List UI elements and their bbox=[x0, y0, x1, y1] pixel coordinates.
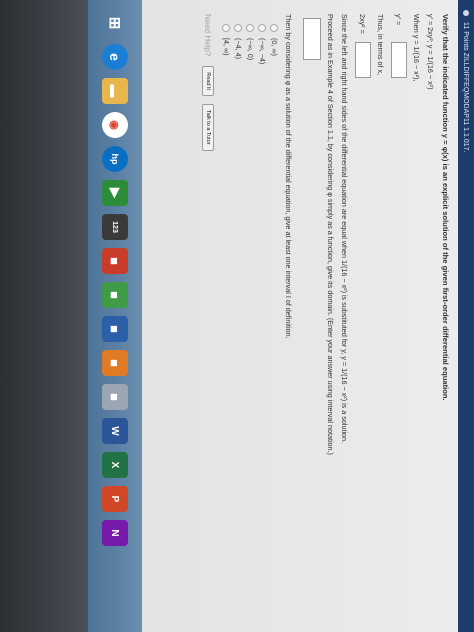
equation: y' = 2xy²; y = 1/(16 − x²) bbox=[426, 14, 435, 90]
taskbar: ⊞ e ▬ ◉ hp ▶ 123 ■ ■ ■ ■ ■ W X P N bbox=[88, 0, 142, 632]
screen: 11 Points ZILLDIFFEQMODAP11 1.1.017. Ver… bbox=[88, 0, 474, 632]
radio-button[interactable] bbox=[270, 24, 279, 32]
app-icon[interactable]: ■ bbox=[102, 384, 128, 410]
powerpoint-icon[interactable]: P bbox=[102, 486, 128, 512]
twoxy-answer-input[interactable] bbox=[355, 42, 371, 78]
talk-to-tutor-button[interactable]: Talk to a Tutor bbox=[202, 103, 214, 151]
twoxy-label: 2xy² = bbox=[358, 14, 368, 34]
domain-answer-input[interactable] bbox=[303, 18, 321, 60]
since-text: Since the left and right hand sides of t… bbox=[340, 14, 349, 444]
interval-option[interactable]: [4, ∞) bbox=[222, 24, 231, 618]
radio-icon bbox=[463, 10, 469, 16]
assignment-title: 11 Points ZILLDIFFEQMODAP11 1.1.017. bbox=[462, 22, 470, 153]
then-text: Then by considering φ as a solution of t… bbox=[284, 14, 293, 339]
option-label: [4, ∞) bbox=[222, 38, 231, 56]
question-title: Verify that the indicated function y = φ… bbox=[441, 14, 450, 401]
interval-option[interactable]: (−∞, 0) bbox=[246, 24, 255, 618]
internet-explorer-icon[interactable]: e bbox=[102, 44, 128, 70]
interval-option[interactable]: (0, ∞) bbox=[270, 24, 279, 618]
yprime-answer-input[interactable] bbox=[391, 42, 407, 78]
question-panel: Verify that the indicated function y = φ… bbox=[142, 0, 458, 632]
app-icon[interactable]: ■ bbox=[102, 282, 128, 308]
help-bar: Need Help? Read It Talk to a Tutor bbox=[202, 14, 214, 618]
hp-icon[interactable]: hp bbox=[102, 146, 128, 172]
assignment-header: 11 Points ZILLDIFFEQMODAP11 1.1.017. bbox=[458, 0, 474, 632]
onenote-icon[interactable]: N bbox=[102, 520, 128, 546]
radio-button[interactable] bbox=[246, 24, 255, 32]
file-explorer-icon[interactable]: ▬ bbox=[102, 78, 128, 104]
radio-button[interactable] bbox=[258, 24, 267, 32]
yprime-row: y' = bbox=[391, 14, 407, 618]
app-icon[interactable]: ■ bbox=[102, 248, 128, 274]
excel-icon[interactable]: X bbox=[102, 452, 128, 478]
media-icon[interactable]: ▶ bbox=[102, 180, 128, 206]
twoxy-row: 2xy² = bbox=[355, 14, 371, 618]
screen-bezel-left bbox=[0, 0, 88, 632]
interval-option[interactable]: (−4, 4) bbox=[234, 24, 243, 618]
app-icon[interactable]: ■ bbox=[102, 316, 128, 342]
word-icon[interactable]: W bbox=[102, 418, 128, 444]
need-help-label: Need Help? bbox=[203, 14, 213, 57]
thus-text: Thus, in terms of x, bbox=[376, 14, 385, 76]
option-label: (−∞, −4) bbox=[258, 38, 267, 65]
domain-row bbox=[303, 14, 321, 618]
app-icon[interactable]: ■ bbox=[102, 350, 128, 376]
read-it-button[interactable]: Read It bbox=[202, 66, 214, 96]
interval-option[interactable]: (−∞, −4) bbox=[258, 24, 267, 618]
proceed-text: Proceed as in Example 4 of Section 1.1, … bbox=[326, 14, 335, 455]
when-text: When y = 1/(16 − x²), bbox=[412, 14, 421, 82]
yprime-label: y' = bbox=[394, 14, 404, 26]
chrome-icon[interactable]: ◉ bbox=[102, 112, 128, 138]
windows-start-icon[interactable]: ⊞ bbox=[102, 10, 128, 36]
radio-button[interactable] bbox=[222, 24, 231, 32]
calculator-icon[interactable]: 123 bbox=[102, 214, 128, 240]
option-label: (−∞, 0) bbox=[246, 38, 255, 61]
radio-button[interactable] bbox=[234, 24, 243, 32]
option-label: (0, ∞) bbox=[270, 38, 279, 56]
option-label: (−4, 4) bbox=[234, 38, 243, 59]
